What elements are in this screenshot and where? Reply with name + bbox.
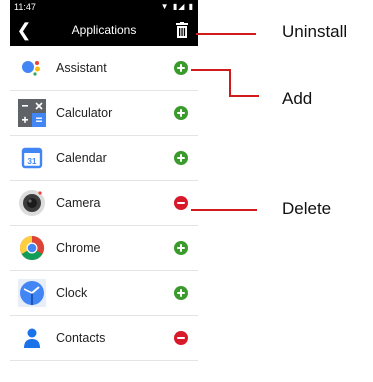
app-row-chrome[interactable]: Chrome [10,226,198,271]
delete-icon[interactable] [174,331,188,345]
app-list: Assistant Calculator 31 Calendar Camera … [10,46,198,361]
app-name: Camera [56,196,101,210]
app-name: Clock [56,286,88,300]
status-time: 11:47 [14,2,36,12]
add-callout-line-h1 [191,69,231,71]
app-row-contacts[interactable]: Contacts [10,316,198,361]
assistant-icon [18,54,46,82]
uninstall-callout-line [196,33,256,35]
delete-icon[interactable] [174,196,188,210]
app-name: Calculator [56,106,113,120]
chrome-icon [18,234,46,262]
add-icon[interactable] [174,151,188,165]
delete-callout-line [191,209,257,211]
app-row-calculator[interactable]: Calculator [10,91,198,136]
add-icon[interactable] [174,286,188,300]
calendar-icon: 31 [18,144,46,172]
add-icon[interactable] [174,106,188,120]
delete-callout-label: Delete [282,199,332,218]
add-icon[interactable] [174,61,188,75]
uninstall-callout-label: Uninstall [282,22,348,41]
status-icons: ▼ ▮◢ ▮ [160,2,194,11]
app-row-assistant[interactable]: Assistant [10,46,198,91]
app-row-clock[interactable]: Clock [10,271,198,316]
clock-icon [18,279,46,307]
status-bar: 11:47 ▼ ▮◢ ▮ [10,0,198,14]
add-callout-label: Add [282,89,313,108]
app-name: Chrome [56,241,101,255]
phone-screen: 11:47 ▼ ▮◢ ▮ ❮ Applications Assistant Ca… [10,0,198,382]
app-name: Assistant [56,61,107,75]
app-row-camera[interactable]: Camera [10,181,198,226]
add-callout-line-h2 [229,95,259,97]
add-callout-line-v [229,69,231,97]
uninstall-trash-icon[interactable] [175,22,189,38]
app-bar: ❮ Applications [10,14,198,46]
calculator-icon [18,99,46,127]
app-name: Contacts [56,331,106,345]
app-name: Calendar [56,151,107,165]
camera-icon [18,189,46,217]
app-row-calendar[interactable]: 31 Calendar [10,136,198,181]
contacts-icon [18,324,46,352]
page-title: Applications [71,23,137,37]
calendar-day-text: 31 [28,157,37,166]
add-icon[interactable] [174,241,188,255]
